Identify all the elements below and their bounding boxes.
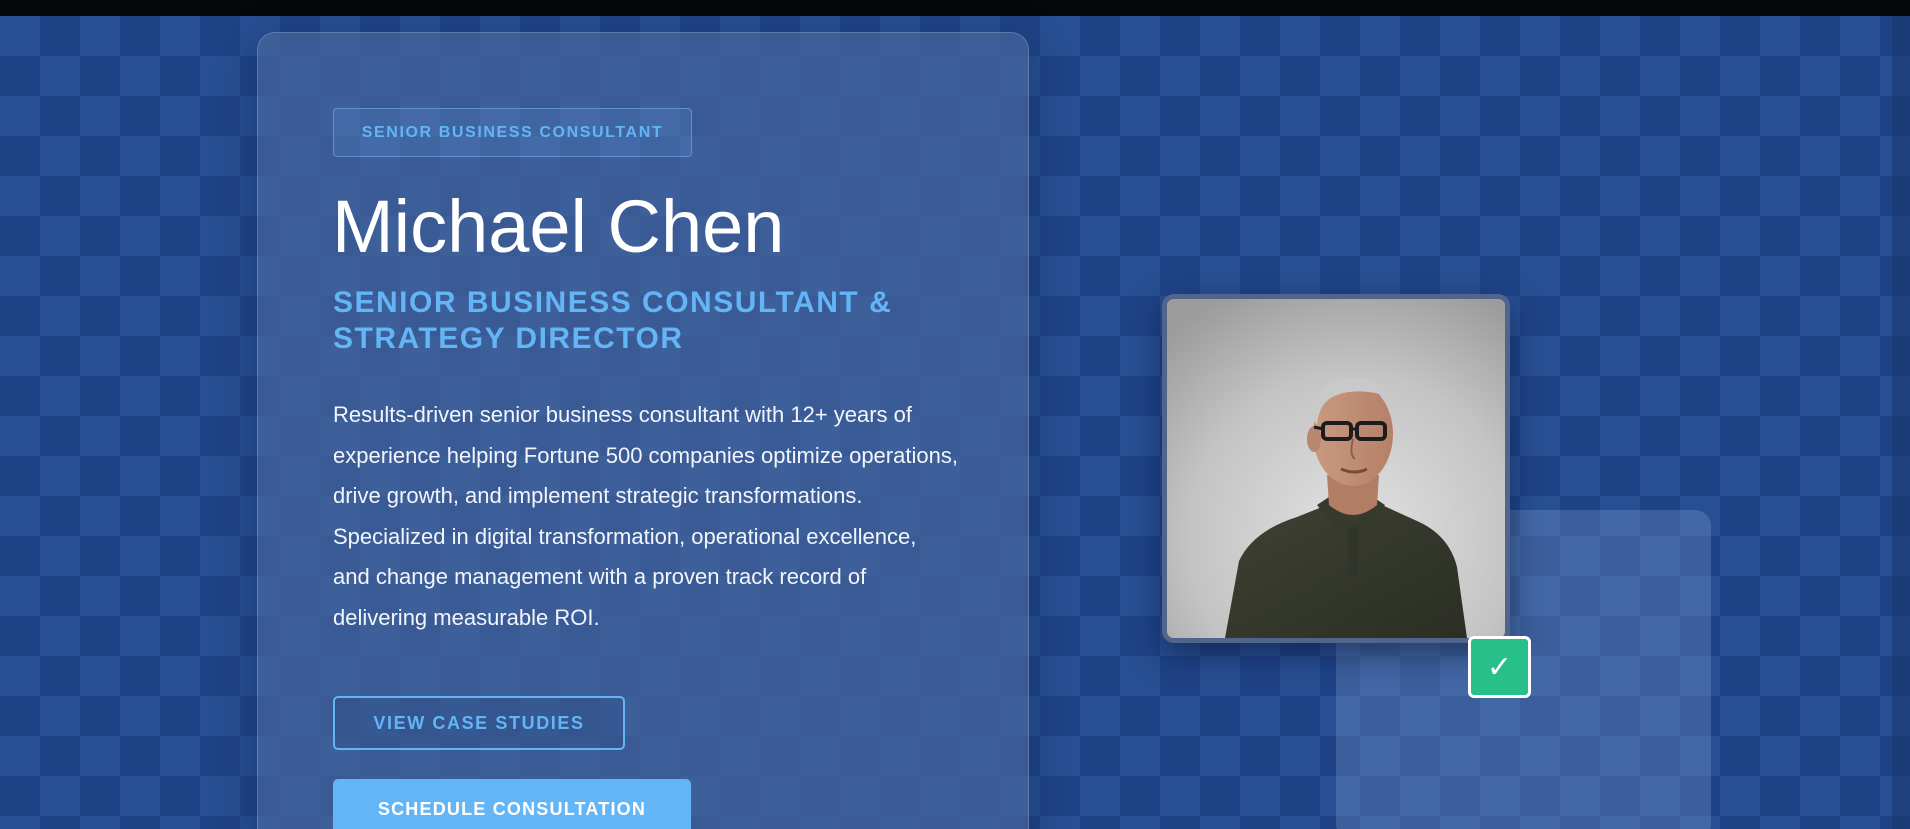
person-portrait-image	[1167, 299, 1505, 638]
window-top-bar	[0, 0, 1910, 16]
profile-bio: Results-driven senior business consultan…	[333, 402, 958, 630]
profile-subtitle: SENIOR BUSINESS CONSULTANT & STRATEGY DI…	[333, 286, 893, 355]
scrollbar-track[interactable]	[1892, 16, 1910, 829]
check-icon: ✓	[1468, 636, 1531, 698]
schedule-consultation-button[interactable]: SCHEDULE CONSULTATION	[333, 779, 691, 829]
profile-photo	[1162, 294, 1510, 643]
profile-name: Michael Chen	[332, 185, 785, 268]
role-badge: SENIOR BUSINESS CONSULTANT	[333, 108, 692, 157]
view-case-studies-button[interactable]: VIEW CASE STUDIES	[333, 696, 625, 750]
